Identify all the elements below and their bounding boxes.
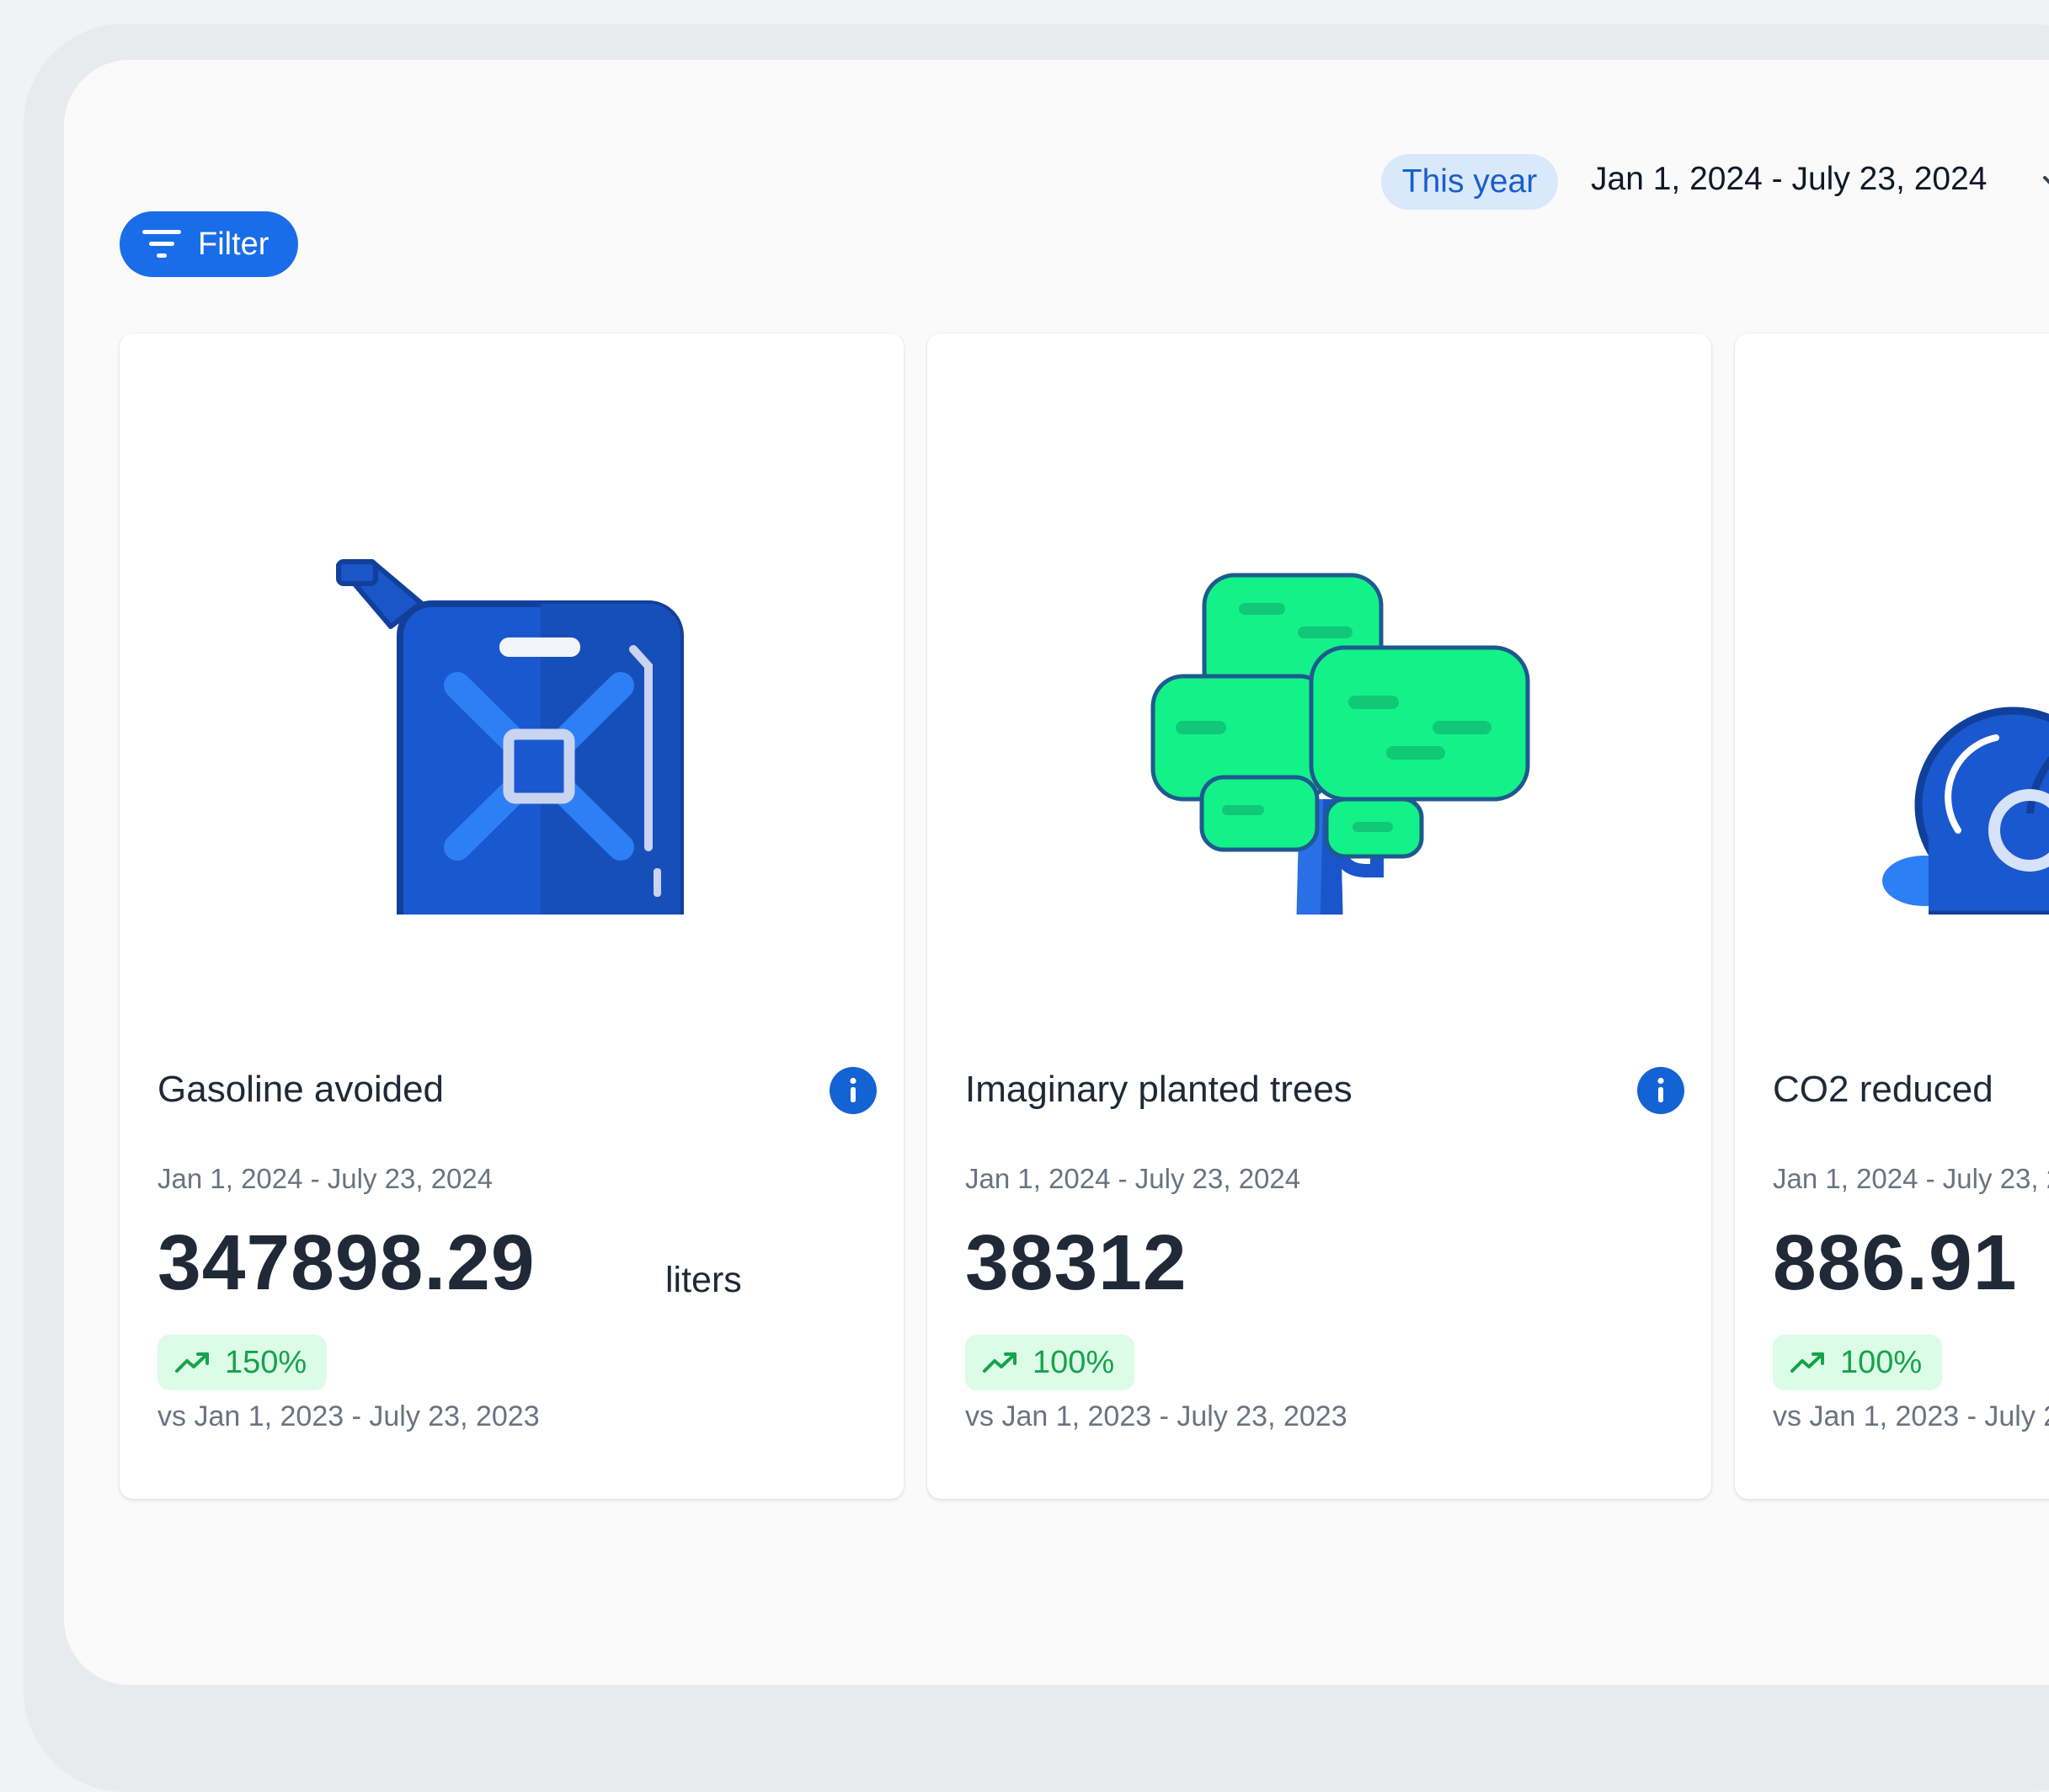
card-compare: vs Jan 1, 2023 - July 23, 2023 [1773, 1400, 2049, 1432]
co2-cloud-icon [1882, 707, 2049, 919]
change-badge: 150% [157, 1335, 328, 1390]
info-button[interactable] [830, 1067, 877, 1114]
dashboard-panel: Filter This year Jan 1, 2024 - July 23, … [64, 60, 2049, 1685]
change-badge: 100% [965, 1335, 1135, 1390]
trending-up-icon [175, 1352, 209, 1373]
info-icon [850, 1077, 856, 1102]
chevron-down-icon[interactable] [2038, 166, 2049, 200]
card-compare: vs Jan 1, 2023 - July 23, 2023 [157, 1400, 540, 1432]
card-illustration [927, 477, 1711, 964]
metric-card-gasoline: Gasoline avoided Jan 1, 2024 - July 23, … [120, 333, 904, 1499]
card-period: Jan 1, 2024 - July 23, 2024 [965, 1163, 1301, 1194]
card-unit: liters [665, 1260, 742, 1300]
info-icon [1657, 1077, 1664, 1102]
trending-up-icon [983, 1352, 1016, 1373]
card-title: Gasoline avoided [157, 1069, 445, 1110]
filter-button[interactable]: Filter [120, 211, 298, 277]
tree-icon [1150, 573, 1530, 964]
fuel-can-icon [336, 559, 684, 969]
filter-label: Filter [198, 226, 269, 262]
card-period: Jan 1, 2024 - July 23, 2024 [157, 1163, 494, 1194]
metric-card-co2: CO2 reduced Jan 1, 2024 - July 23, 2024 … [1735, 333, 2049, 1499]
metric-card-trees: Imaginary planted trees Jan 1, 2024 - Ju… [927, 333, 1711, 1499]
info-button[interactable] [1637, 1067, 1684, 1114]
change-value: 100% [1840, 1344, 1923, 1380]
card-period: Jan 1, 2024 - July 23, 2024 [1773, 1163, 2049, 1194]
card-value: 886.91 [1773, 1219, 2018, 1306]
card-title: CO2 reduced [1773, 1069, 1993, 1110]
card-value: 38312 [965, 1219, 1187, 1306]
date-range-selector[interactable]: Jan 1, 2024 - July 23, 2024 [1591, 161, 1988, 198]
card-illustration [120, 477, 904, 969]
card-title: Imaginary planted trees [965, 1069, 1353, 1110]
card-illustration [1735, 477, 2049, 919]
change-badge: 100% [1773, 1335, 1943, 1390]
change-value: 150% [225, 1344, 307, 1380]
trending-up-icon [1790, 1352, 1824, 1373]
card-value: 347898.29 [157, 1219, 536, 1306]
date-range-preset[interactable]: This year [1381, 154, 1558, 210]
card-compare: vs Jan 1, 2023 - July 23, 2023 [965, 1400, 1347, 1432]
change-value: 100% [1033, 1344, 1115, 1380]
filter-icon [142, 230, 181, 258]
